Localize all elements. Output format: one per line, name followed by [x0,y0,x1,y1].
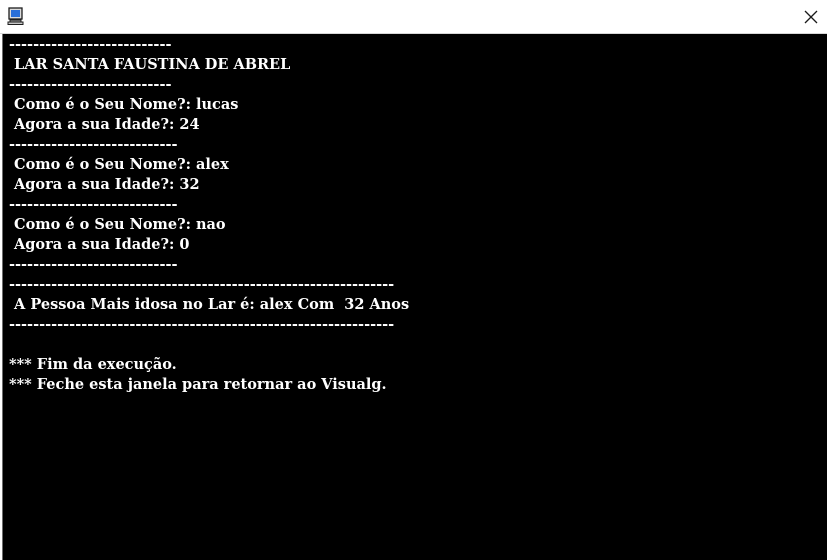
console-window: --------------------------- LAR SANTA FA… [0,0,827,560]
console-lines: --------------------------- LAR SANTA FA… [9,35,409,395]
close-button[interactable] [795,0,827,33]
age-prompt: Agora a sua Idade?: 32 [9,176,200,193]
age-prompt: Agora a sua Idade?: 24 [9,116,200,133]
close-instruction: *** Feche esta janela para retornar ao V… [9,376,387,393]
age-prompt: Agora a sua Idade?: 0 [9,236,190,253]
blank-line [9,335,409,355]
result-line: A Pessoa Mais idosa no Lar é: alex Com 3… [9,296,410,313]
console-output: --------------------------- LAR SANTA FA… [2,34,827,560]
close-icon[interactable] [804,10,818,24]
separator-line: ---------------------------- [9,136,178,153]
name-prompt: Como é o Seu Nome?: alex [9,156,229,173]
separator-line: ----------------------------------------… [9,316,395,333]
separator-line: ----------------------------------------… [9,276,395,293]
name-prompt: Como é o Seu Nome?: nao [9,216,226,233]
end-message: *** Fim da execução. [9,356,177,373]
separator-line: --------------------------- [9,76,172,93]
computer-icon[interactable] [6,6,26,26]
title-bar[interactable] [0,0,827,34]
program-title: LAR SANTA FAUSTINA DE ABREL [9,56,291,73]
separator-line: --------------------------- [9,36,172,53]
separator-line: ---------------------------- [9,256,178,273]
name-prompt: Como é o Seu Nome?: lucas [9,96,239,113]
separator-line: ---------------------------- [9,196,178,213]
